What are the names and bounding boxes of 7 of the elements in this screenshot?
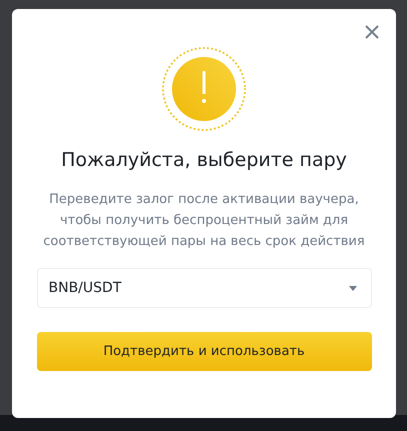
caret-icon <box>348 286 356 290</box>
dialog-title: Пожалуйста, выберите пару <box>61 149 347 171</box>
pair-select[interactable]: BNB/USDT <box>36 268 372 308</box>
dialog-description: Переведите залог после активации ваучера, чтобы получить беспроцентный займ для соответствующей пары на весь срок действия <box>42 191 366 251</box>
warning-icon <box>161 46 247 132</box>
confirm-button[interactable]: Подтвердить и использовать <box>36 332 372 371</box>
close-icon[interactable] <box>365 25 379 39</box>
